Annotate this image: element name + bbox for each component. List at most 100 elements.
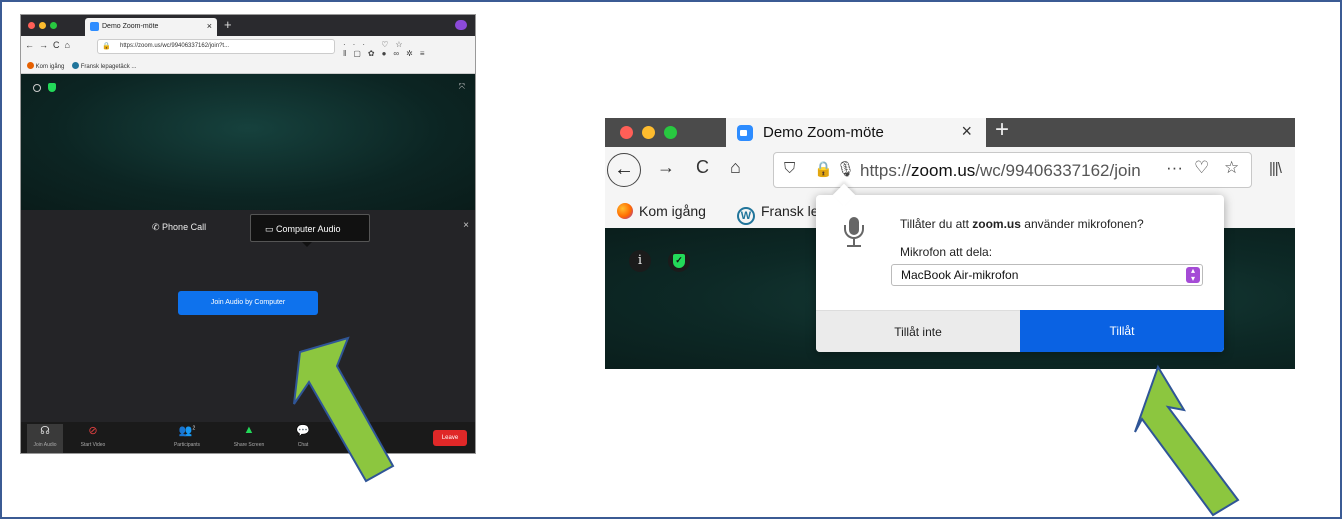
extension-icon[interactable]: ✿ [368, 49, 382, 58]
fullscreen-icon[interactable]: ⤧ [459, 82, 465, 92]
library-icon[interactable]: |||\ [1269, 160, 1282, 177]
tab-pointer [302, 242, 312, 247]
participants-count: 2 [192, 425, 196, 432]
encryption-shield-icon[interactable]: ✓ [668, 250, 690, 272]
question-site: zoom.us [972, 217, 1021, 231]
info-icon[interactable] [33, 84, 41, 92]
bookmark-star-icon[interactable]: ☆ [395, 40, 409, 49]
join-audio-button[interactable]: ☊ Join Audio [27, 424, 63, 453]
bookmark-kom-igang[interactable]: Kom igång [36, 64, 65, 70]
zoom-logo-icon [90, 22, 99, 31]
allow-button[interactable]: Tillåt [1020, 310, 1224, 352]
close-window-icon[interactable] [620, 126, 633, 139]
menu-icon[interactable]: ≡ [420, 49, 432, 58]
microphone-permission-icon[interactable]: 🎙 [836, 160, 855, 178]
microphone-select[interactable]: MacBook Air-mikrofon ▴ ▾ [891, 264, 1203, 286]
tab-close-icon[interactable]: × [961, 121, 972, 142]
bookmark-kom-igang-label: Kom igång [639, 203, 706, 219]
leave-button[interactable]: Leave [433, 430, 467, 446]
url-text: https://zoom.us/wc/99406337162/join?t... [120, 43, 230, 49]
bookmarks-bar: Kom igång Fransk lepagetäck ... [21, 58, 475, 74]
toolbar-icons: ··· ♡☆ ‖▢✿●∞✲≡ [343, 40, 475, 58]
library-icon[interactable]: ‖ [343, 49, 353, 58]
bookmark-star-icon[interactable]: ☆ [1224, 158, 1239, 178]
panel-close-icon[interactable]: × [463, 220, 469, 231]
lock-icon: 🔒 [102, 43, 111, 50]
extension-icon[interactable]: ∞ [393, 49, 406, 58]
settings-icon[interactable]: ✲ [406, 49, 420, 58]
reload-icon[interactable]: C [696, 157, 709, 178]
shield-icon[interactable] [48, 83, 56, 92]
url-host: zoom.us [911, 161, 976, 180]
close-window-icon[interactable] [28, 22, 35, 29]
home-icon[interactable]: ⌂ [65, 40, 75, 50]
chevron-updown-icon: ▴ ▾ [1186, 267, 1200, 283]
chat-button[interactable]: 💬 Chat [285, 424, 321, 448]
bookmark-kom-igang[interactable]: Kom igång [617, 203, 706, 219]
sidebar-icon[interactable]: ▢ [353, 49, 368, 58]
tab-title: Demo Zoom-möte [102, 23, 159, 30]
firefox-icon [617, 203, 633, 219]
wordpress-icon [72, 62, 80, 69]
back-icon[interactable]: ← [25, 40, 39, 50]
tracking-shield-icon[interactable]: ⛉ [784, 160, 795, 177]
extension-icon[interactable]: ● [382, 49, 394, 58]
zoom-logo-icon [737, 125, 753, 141]
question-before: Tillåter du att [900, 217, 973, 231]
join-audio-by-computer-button[interactable]: Join Audio by Computer [178, 291, 318, 315]
participants-icon: 👥2 [178, 425, 196, 437]
reload-icon[interactable]: C [53, 40, 65, 50]
browser-nav-bar: ← → C ⌂ ⛉ 🔒 🎙 https://zoom.us/wc/9940633… [605, 147, 1295, 193]
minimize-window-icon[interactable] [642, 126, 655, 139]
forward-icon[interactable]: → [39, 40, 53, 50]
participants-label: Participants [173, 442, 201, 448]
address-bar[interactable]: 🔒 https://zoom.us/wc/99406337162/join?t.… [97, 39, 335, 54]
participants-button[interactable]: 👥2 Participants [169, 424, 205, 448]
browser-tab-bar: Demo Zoom-möte × + [605, 116, 1295, 147]
meeting-toolbar: ☊ Join Audio ⊘ Start Video 👥2 Participants … [21, 422, 475, 453]
wordpress-icon: W [737, 207, 755, 225]
browser-tab-bar: Demo Zoom-möte × + [21, 15, 475, 36]
phone-call-label: Phone Call [162, 222, 207, 232]
join-audio-label: Join Audio [33, 442, 57, 448]
video-off-icon: ⊘ [88, 425, 98, 437]
tab-computer-audio[interactable]: ▭ Computer Audio [250, 214, 370, 242]
home-icon[interactable]: ⌂ [730, 157, 741, 178]
video-area: ⤧ [21, 74, 475, 210]
new-tab-button[interactable]: + [995, 116, 1009, 144]
microphone-select-value: MacBook Air-mikrofon [901, 268, 1019, 282]
device-label: Mikrofon att dela: [900, 245, 993, 259]
permission-question: Tillåter du att zoom.us använder mikrofo… [900, 217, 1144, 231]
microphone-permission-popup: Tillåter du att zoom.us använder mikrofo… [816, 183, 1224, 352]
forward-icon[interactable]: → [657, 157, 675, 178]
tab-title: Demo Zoom-möte [763, 124, 884, 141]
browser-nav-bar: ←→C⌂ 🔒 https://zoom.us/wc/99406337162/jo… [21, 36, 475, 58]
browser-tab[interactable]: Demo Zoom-möte × [726, 118, 986, 147]
tab-close-icon[interactable]: × [207, 21, 212, 31]
share-screen-button[interactable]: ▲ Share Screen [231, 424, 267, 448]
minimize-window-icon[interactable] [39, 22, 46, 29]
bookmark-fransk[interactable]: Fransk lepagetäck ... [81, 64, 137, 70]
pocket-icon[interactable]: ♡ [381, 40, 395, 49]
microphone-icon [843, 217, 865, 249]
address-bar[interactable]: ⛉ 🔒 🎙 https://zoom.us/wc/99406337162/joi… [773, 152, 1252, 188]
browser-tab[interactable]: Demo Zoom-möte × [85, 18, 217, 36]
new-tab-button[interactable]: + [224, 17, 232, 32]
maximize-window-icon[interactable] [50, 22, 57, 29]
tab-phone-call[interactable]: ✆ Phone Call [152, 222, 206, 233]
info-icon[interactable]: i [629, 250, 651, 272]
maximize-window-icon[interactable] [664, 126, 677, 139]
chat-label: Chat [297, 442, 309, 448]
nav-buttons: ←→C⌂ [25, 40, 75, 50]
back-button[interactable]: ← [607, 153, 641, 187]
left-screenshot-zoom-audio-dialog: Demo Zoom-möte × + ←→C⌂ 🔒 https://zoom.u… [20, 14, 476, 454]
extension-icon[interactable] [455, 20, 467, 30]
deny-button[interactable]: Tillåt inte [816, 310, 1020, 352]
url-prefix: https:// [860, 161, 912, 180]
question-after: använder mikrofonen? [1020, 217, 1144, 231]
page-actions-icon[interactable]: ··· [343, 40, 372, 49]
pocket-icon[interactable]: ♡ [1194, 158, 1209, 178]
start-video-button[interactable]: ⊘ Start Video [75, 424, 111, 448]
page-actions-icon[interactable]: ··· [1166, 158, 1183, 178]
lock-icon[interactable]: 🔒 [814, 160, 833, 178]
